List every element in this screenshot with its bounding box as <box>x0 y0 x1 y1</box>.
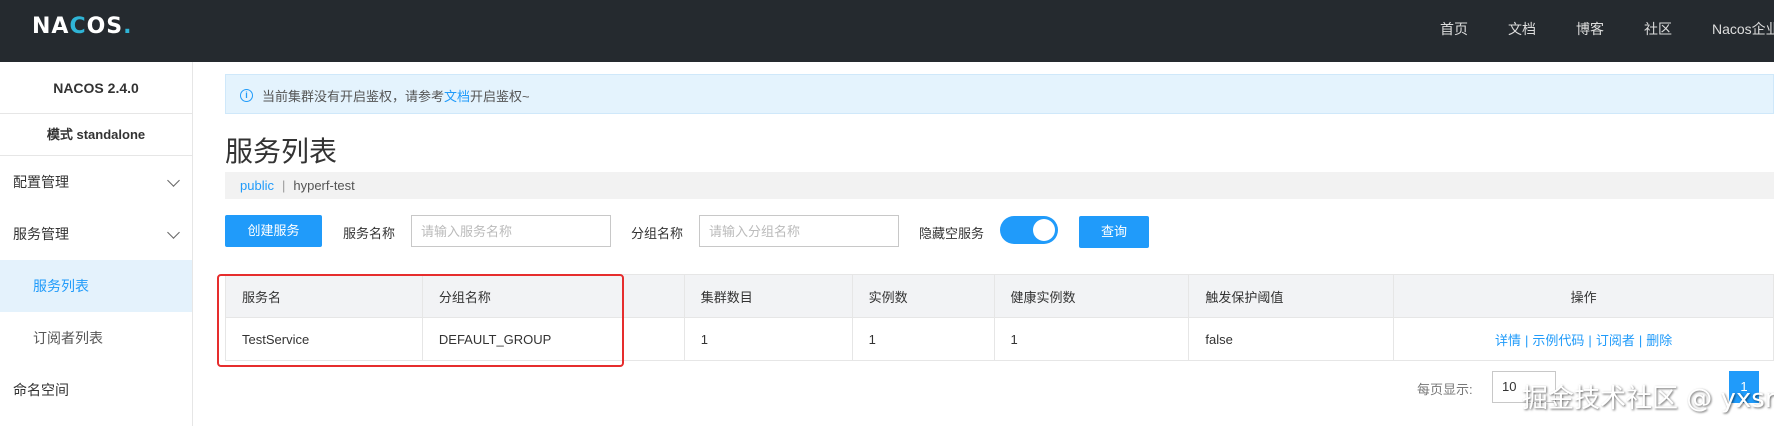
sample-code-link[interactable]: 示例代码 <box>1532 333 1584 348</box>
namespace-public[interactable]: public <box>240 178 274 193</box>
action-separator: | <box>1588 332 1592 348</box>
col-healthy-count: 健康实例数 <box>993 274 1190 318</box>
version-label: NACOS 2.4.0 <box>0 62 192 114</box>
docs-link[interactable]: 文档 <box>444 89 470 104</box>
notice-text: 当前集群没有开启鉴权，请参考文档开启鉴权~ <box>262 89 530 104</box>
sidebar-item-subscribers[interactable]: 订阅者列表 <box>0 312 192 364</box>
subscribers-link[interactable]: 订阅者 <box>1596 333 1635 348</box>
toggle-knob <box>1033 219 1055 241</box>
service-name-label: 服务名称 <box>343 226 396 241</box>
top-navbar: NACOS. 首页 文档 博客 社区 Nacos企业 <box>0 0 1774 62</box>
top-nav: 首页 文档 博客 社区 Nacos企业 <box>1440 19 1774 39</box>
sidebar-item-label: 配置管理 <box>13 174 69 190</box>
sidebar-item-namespace[interactable]: 命名空间 <box>0 364 192 416</box>
sidebar-item-service-list[interactable]: 服务列表 <box>0 260 192 312</box>
detail-link[interactable]: 详情 <box>1495 333 1521 348</box>
sidebar: NACOS 2.4.0 模式 standalone 配置管理 服务管理 服务列表… <box>0 62 193 426</box>
chevron-down-icon <box>167 226 180 239</box>
delete-link[interactable]: 删除 <box>1646 333 1672 348</box>
service-name-input[interactable] <box>411 215 611 247</box>
action-separator: | <box>1525 332 1529 348</box>
action-separator: | <box>1638 332 1643 348</box>
col-cluster-count: 集群数目 <box>683 274 853 318</box>
create-service-button[interactable]: 创建服务 <box>225 215 322 247</box>
info-icon: i <box>240 89 253 102</box>
nav-docs[interactable]: 文档 <box>1508 19 1536 39</box>
hide-empty-label: 隐藏空服务 <box>919 226 985 241</box>
page-title: 服务列表 <box>225 136 338 167</box>
auth-notice: i 当前集群没有开启鉴权，请参考文档开启鉴权~ <box>225 74 1774 114</box>
nav-blog[interactable]: 博客 <box>1576 19 1604 39</box>
sidebar-item-label: 服务管理 <box>13 226 69 242</box>
col-threshold: 触发保护阈值 <box>1188 274 1395 318</box>
breadcrumb: public | hyperf-test <box>225 172 1774 199</box>
chevron-down-icon <box>167 174 180 187</box>
cell-actions: 详情 | 示例代码 | 订阅者 | 删除 <box>1393 317 1774 361</box>
cell-threshold: false <box>1188 317 1395 361</box>
col-instance-count: 实例数 <box>851 274 995 318</box>
sidebar-item-label: 命名空间 <box>13 382 69 398</box>
col-operations: 操作 <box>1393 274 1774 318</box>
nav-enterprise[interactable]: Nacos企业 <box>1712 19 1774 39</box>
cell-instances: 1 <box>851 317 995 361</box>
query-button[interactable]: 查询 <box>1079 216 1149 248</box>
namespace-current[interactable]: hyperf-test <box>293 178 354 193</box>
page-size-label: 每页显示: <box>1417 382 1473 397</box>
watermark-text: 掘金技术社区 @ yxsr <box>1522 384 1774 414</box>
nav-home[interactable]: 首页 <box>1440 19 1468 39</box>
mode-label: 模式 standalone <box>0 114 192 156</box>
cell-clusters: 1 <box>683 317 853 361</box>
nacos-logo[interactable]: NACOS. <box>32 14 133 39</box>
sidebar-item-service[interactable]: 服务管理 <box>0 208 192 260</box>
hide-empty-toggle[interactable] <box>1000 216 1058 244</box>
group-name-label: 分组名称 <box>631 226 684 241</box>
highlight-annotation-box <box>217 274 624 367</box>
breadcrumb-separator: | <box>281 178 286 193</box>
sidebar-item-config[interactable]: 配置管理 <box>0 156 192 208</box>
nav-community[interactable]: 社区 <box>1644 19 1672 39</box>
cell-healthy: 1 <box>993 317 1190 361</box>
group-name-input[interactable] <box>699 215 899 247</box>
